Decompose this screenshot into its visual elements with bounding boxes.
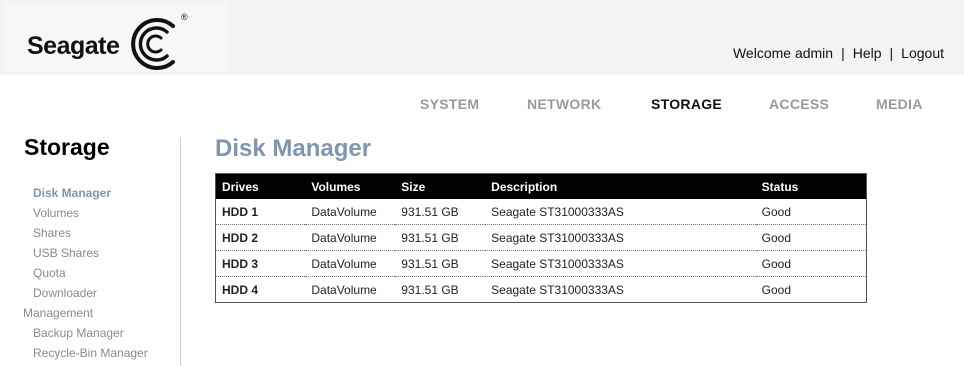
user-links: Welcome admin | Help | Logout [733, 45, 944, 61]
nav-access[interactable]: ACCESS [769, 96, 829, 112]
page-title: Disk Manager [215, 135, 372, 162]
cell-status: Good [761, 282, 792, 297]
cell-description: Seagate ST31000333AS [485, 224, 756, 251]
help-link[interactable]: Help [853, 45, 882, 61]
nav-media[interactable]: MEDIA [876, 96, 923, 112]
nav-system[interactable]: SYSTEM [420, 96, 479, 112]
table-row[interactable]: HDD 4 DataVolume 931.51 GB Seagate ST310… [216, 277, 867, 303]
sidebar-item-backup-manager[interactable]: Backup Manager [33, 326, 124, 340]
cell-description: Seagate ST31000333AS [485, 250, 756, 277]
cell-size: 931.51 GB [401, 282, 459, 297]
logout-link[interactable]: Logout [901, 45, 944, 61]
cell-volume: DataVolume [311, 282, 377, 297]
sidebar-item-usb-shares[interactable]: USB Shares [33, 246, 99, 260]
cell-status: Good [755, 199, 867, 225]
sidebar-title: Storage [24, 134, 110, 160]
cell-drive: HDD 1 [215, 199, 306, 225]
cell-size: 931.51 GB [395, 224, 486, 251]
cell-drive: HDD 2 [215, 224, 306, 251]
cell-volume: DataVolume [305, 250, 396, 277]
cell-description: Seagate ST31000333AS [491, 282, 624, 297]
table-row[interactable]: HDD 1 DataVolume 931.51 GB Seagate ST310… [215, 199, 867, 225]
registered-mark: ® [181, 12, 188, 22]
nav-storage[interactable]: STORAGE [651, 96, 722, 112]
column-header-volumes: Volumes [305, 173, 396, 199]
sidebar-item-disk-manager[interactable]: Disk Manager [33, 186, 111, 200]
column-header-description: Description [485, 173, 756, 199]
column-header-status: Status [755, 173, 867, 199]
cell-size: 931.51 GB [395, 199, 486, 225]
table-row[interactable]: HDD 3 DataVolume 931.51 GB Seagate ST310… [215, 250, 867, 277]
cell-description: Seagate ST31000333AS [485, 199, 756, 225]
column-header-size: Size [395, 173, 486, 199]
cell-volume: DataVolume [305, 199, 396, 225]
table-row[interactable]: HDD 2 DataVolume 931.51 GB Seagate ST310… [215, 224, 867, 251]
sidebar-item-shares[interactable]: Shares [33, 226, 71, 240]
column-header-drives: Drives [215, 173, 306, 199]
cell-drive: HDD 3 [215, 250, 306, 277]
cell-size: 931.51 GB [395, 250, 486, 277]
link-separator: | [841, 45, 845, 61]
header-bar: Seagate ® Welcome admin | Help | Logout [0, 0, 964, 75]
sidebar-divider [180, 138, 181, 366]
brand-logo-text: Seagate [27, 32, 120, 60]
welcome-text: Welcome admin [732, 45, 834, 61]
main-nav: SYSTEM NETWORK STORAGE ACCESS MEDIA [0, 96, 964, 116]
link-separator: | [889, 45, 894, 61]
sidebar-group-management: Management [23, 306, 94, 320]
disk-table: Drives Volumes Size Description Status H… [215, 173, 867, 303]
nav-network[interactable]: NETWORK [527, 96, 601, 112]
sidebar-item-quota[interactable]: Quota [33, 266, 66, 280]
sidebar-item-downloader[interactable]: Downloader [33, 286, 97, 300]
cell-volume: DataVolume [305, 224, 396, 251]
sidebar-item-recycle-bin-manager[interactable]: Recycle-Bin Manager [33, 346, 148, 360]
seagate-swirl-icon [131, 18, 175, 70]
logo-area: Seagate ® [5, 2, 227, 72]
table-header-row: Drives Volumes Size Description Status [215, 173, 867, 199]
sidebar-item-volumes[interactable]: Volumes [33, 206, 79, 220]
cell-status: Good [755, 224, 867, 251]
cell-status: Good [755, 250, 867, 277]
cell-drive: HDD 4 [222, 282, 259, 297]
